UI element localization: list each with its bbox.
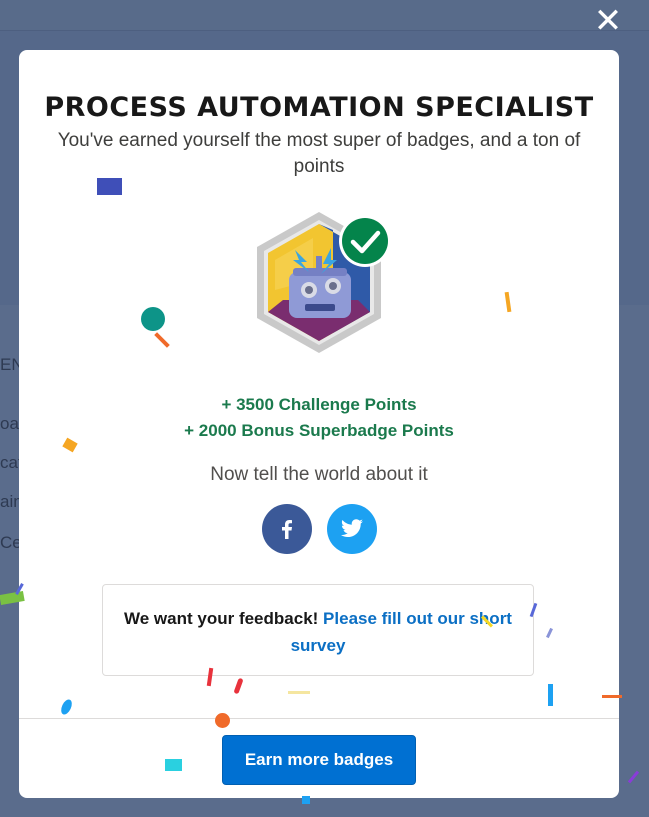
confetti-piece bbox=[288, 691, 310, 694]
challenge-points: + 3500 Challenge Points bbox=[221, 395, 417, 414]
confetti-piece bbox=[165, 759, 182, 771]
survey-link[interactable]: Please fill out our short survey bbox=[291, 609, 512, 655]
feedback-text: We want your feedback! bbox=[124, 609, 319, 628]
confetti-piece bbox=[97, 178, 122, 195]
twitter-icon bbox=[341, 519, 363, 537]
footer-divider bbox=[19, 718, 619, 719]
badge-title: PROCESS AUTOMATION SPECIALIST bbox=[44, 92, 594, 123]
confetti-piece bbox=[141, 307, 165, 331]
earn-more-badges-button[interactable]: Earn more badges bbox=[222, 735, 416, 785]
feedback-box: We want your feedback! Please fill out o… bbox=[102, 584, 534, 676]
badge-earned-modal: PROCESS AUTOMATION SPECIALIST You've ear… bbox=[19, 50, 619, 798]
facebook-icon bbox=[282, 520, 292, 539]
confetti-piece bbox=[548, 684, 553, 706]
close-icon[interactable]: ✕ bbox=[593, 4, 623, 38]
bonus-points: + 2000 Bonus Superbadge Points bbox=[184, 421, 454, 440]
confetti-piece bbox=[602, 695, 622, 698]
confetti-piece bbox=[215, 713, 230, 728]
confetti-piece bbox=[302, 796, 310, 804]
points-earned: + 3500 Challenge Points + 2000 Bonus Sup… bbox=[19, 392, 619, 444]
facebook-share-button[interactable] bbox=[262, 504, 312, 554]
checkmark-icon bbox=[339, 215, 391, 267]
badge-subtitle: You've earned yourself the most super of… bbox=[57, 130, 581, 177]
superbadge bbox=[253, 210, 393, 365]
share-prompt: Now tell the world about it bbox=[210, 464, 428, 485]
background-text: oa bbox=[0, 414, 19, 433]
twitter-share-button[interactable] bbox=[327, 504, 377, 554]
